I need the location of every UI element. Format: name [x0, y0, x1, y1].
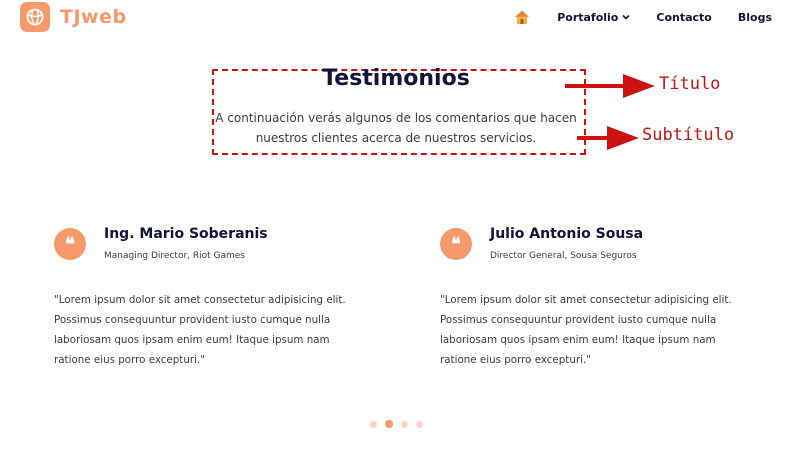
- testimonial-name: Julio Antonio Sousa: [490, 226, 644, 242]
- testimonial-role: Managing Director, Riot Games: [104, 251, 245, 261]
- testimonial-text: "Lorem ipsum dolor sit amet consectetur …: [440, 294, 732, 366]
- carousel-dot[interactable]: [416, 420, 423, 428]
- subtitle-arrow: [577, 126, 639, 150]
- carousel-dot[interactable]: [401, 420, 408, 428]
- nav-blogs[interactable]: Blogs: [738, 11, 772, 24]
- main-nav: Portafolio Contacto Blogs: [513, 0, 772, 34]
- subtitle-annotation: Subtítulo: [642, 125, 735, 145]
- chevron-down-icon: [622, 14, 630, 20]
- section-title: Testimonios: [322, 66, 470, 91]
- testimonial-text: "Lorem ipsum dolor sit amet consectetur …: [54, 294, 346, 366]
- nav-portafolio-label: Portafolio: [557, 10, 619, 24]
- carousel-dot[interactable]: [370, 420, 377, 428]
- site-header: TJweb Portafolio Contacto Blogs: [0, 0, 800, 36]
- nav-contacto[interactable]: Contacto: [656, 11, 711, 24]
- logo[interactable]: TJweb: [20, 2, 127, 32]
- testimonial-role: Director General, Sousa Seguros: [490, 251, 637, 261]
- quote-icon: ❝: [440, 228, 472, 260]
- nav-portafolio[interactable]: Portafolio: [557, 11, 630, 24]
- title-annotation: Título: [659, 74, 721, 94]
- carousel-dot[interactable]: [385, 420, 393, 428]
- title-arrow: [565, 74, 655, 98]
- carousel-pagination: [370, 420, 431, 428]
- section-subtitle: A continuación verás algunos de los come…: [215, 111, 577, 145]
- logo-text: TJweb: [60, 6, 127, 28]
- home-icon[interactable]: [513, 8, 531, 26]
- quote-icon: ❝: [54, 228, 86, 260]
- basketball-icon: [20, 2, 50, 32]
- testimonial-name: Ing. Mario Soberanis: [104, 226, 268, 242]
